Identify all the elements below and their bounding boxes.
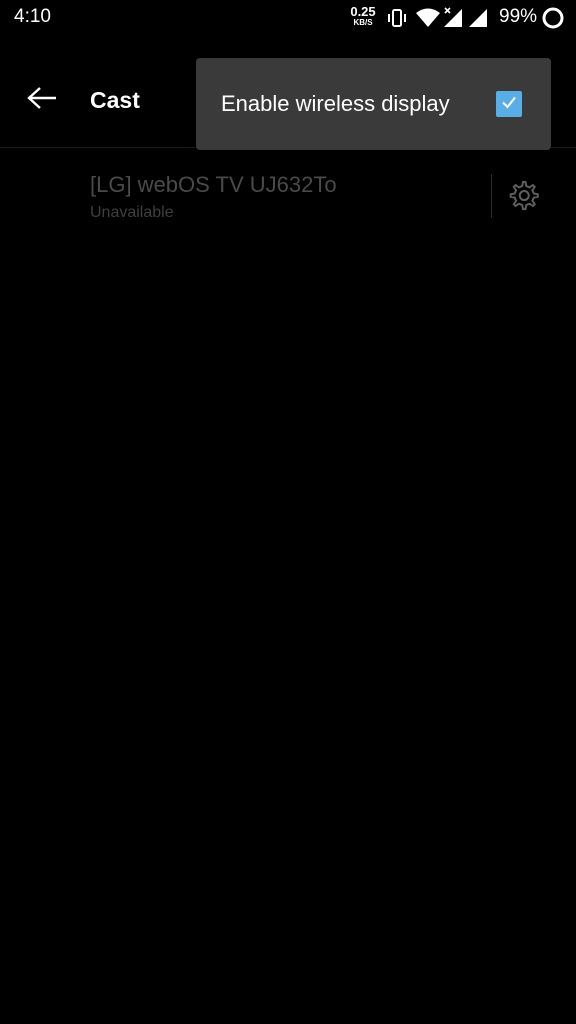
- battery-icon: [541, 6, 565, 35]
- overflow-menu: Enable wireless display: [196, 58, 551, 150]
- status-bar: 4:10 0.25 KB/S 99%: [0, 0, 576, 36]
- enable-wireless-display-checkbox[interactable]: [496, 91, 522, 117]
- wifi-icon: [415, 7, 441, 34]
- menu-item-label: Enable wireless display: [221, 91, 450, 116]
- arrow-left-icon: [26, 86, 58, 115]
- signal-x-icon: [442, 7, 464, 34]
- battery-percent: 99%: [499, 6, 538, 27]
- cast-screen: 4:10 0.25 KB/S 99% Cast [LG] webOS TV UJ…: [0, 0, 576, 1024]
- signal-icon: [467, 7, 489, 34]
- status-time: 4:10: [14, 6, 51, 27]
- device-row-separator: [491, 174, 492, 218]
- device-status: Unavailable: [90, 204, 174, 221]
- network-speed-unit: KB/S: [353, 18, 373, 27]
- menu-item-enable-wireless-display[interactable]: Enable wireless display: [196, 58, 551, 150]
- network-speed-indicator: 0.25 KB/S: [348, 5, 378, 27]
- device-name: [LG] webOS TV UJ632To: [90, 172, 337, 197]
- gear-icon: [507, 179, 539, 216]
- checkmark-icon: [500, 93, 518, 116]
- vibrate-icon: [386, 7, 408, 34]
- device-settings-button[interactable]: [504, 178, 542, 216]
- page-title: Cast: [90, 87, 140, 113]
- device-list-item[interactable]: [LG] webOS TV UJ632To Unavailable: [0, 160, 576, 236]
- network-speed-value: 0.25: [350, 4, 376, 19]
- back-button[interactable]: [20, 80, 64, 120]
